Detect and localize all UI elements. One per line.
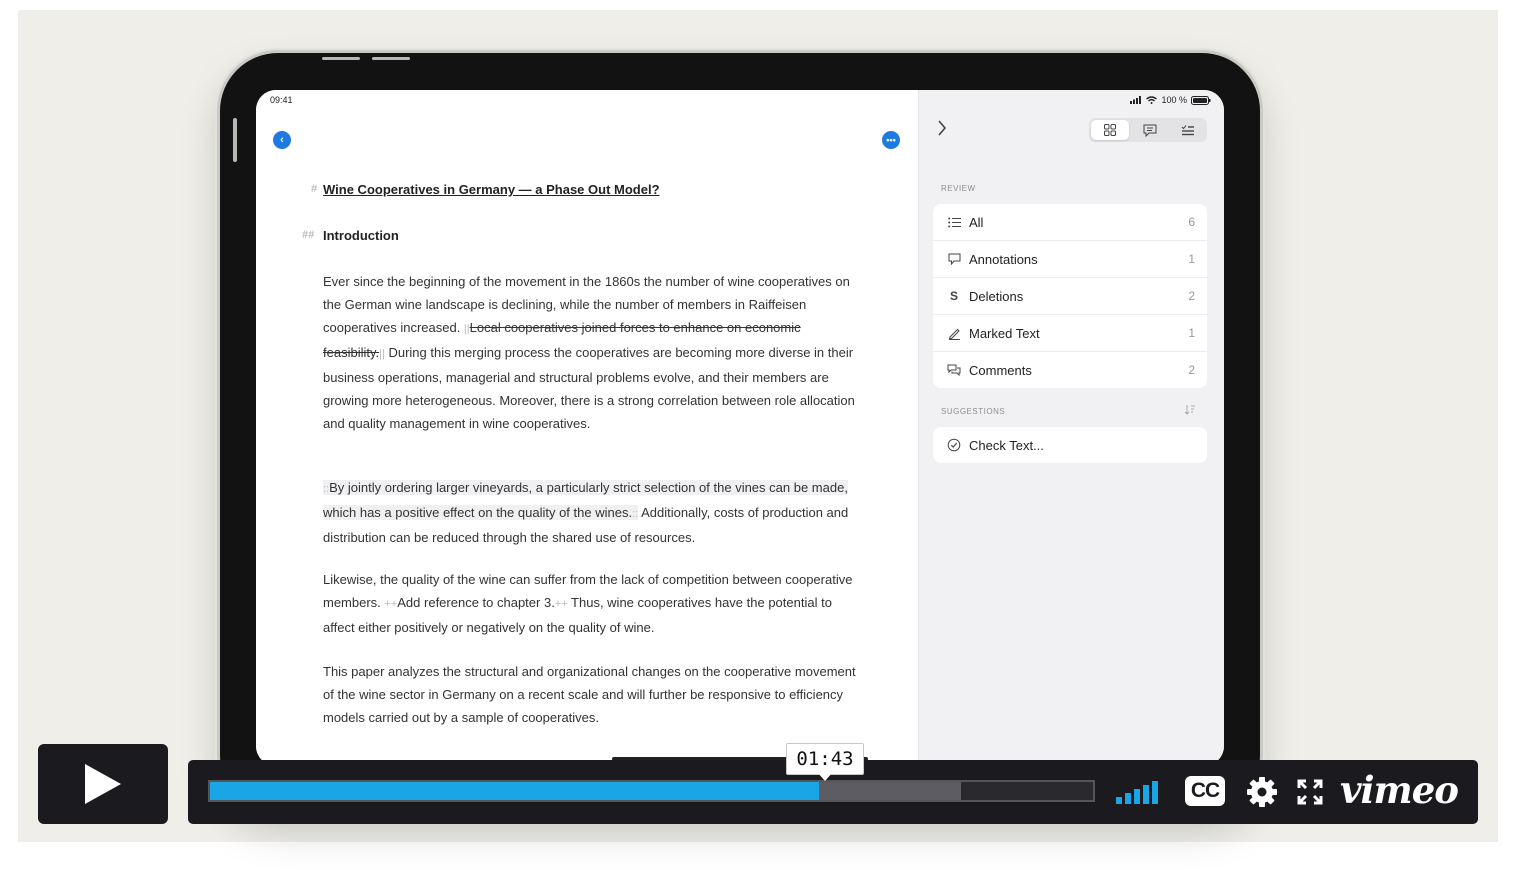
ipad-screen: 09:41 ‹ ••• # Wine Cooperatives in Germa… [256,90,1224,766]
ipad-top-button-2 [372,57,410,60]
comment-icon [1143,124,1157,137]
review-item-deletions[interactable]: S Deletions 2 [933,278,1207,315]
check-text-label: Check Text... [969,437,1044,453]
paragraph-text: During this merging process the cooperat… [323,345,855,431]
tab-comments-view[interactable] [1131,118,1169,142]
seek-time-tooltip: 01:43 [786,743,864,775]
tab-grid-view[interactable] [1091,120,1129,140]
check-badge-icon [947,438,961,452]
tab-checklist-view[interactable] [1169,118,1207,142]
comments-icon [947,364,961,376]
review-sidebar: 100 % REVIEW All 6 Annotations 1 S Delet… [918,90,1224,766]
review-item-label: All [969,214,984,230]
wifi-icon [1146,96,1158,104]
comment-marker-start: ++ [384,598,398,610]
seek-bar[interactable] [208,780,1095,802]
grid-icon [1104,124,1116,136]
review-section-label: REVIEW [941,184,976,193]
review-item-marked-text[interactable]: Marked Text 1 [933,315,1207,352]
review-item-count: 6 [1188,215,1195,229]
suggestions-section-label: SUGGESTIONS [941,407,1006,416]
review-item-all[interactable]: All 6 [933,204,1207,241]
review-item-label: Deletions [969,288,1024,304]
intro-heading-row: ## Introduction [302,224,399,247]
heading1-marker: # [311,183,318,195]
review-item-label: Annotations [969,251,1038,267]
signal-icon [1130,96,1142,104]
review-item-label: Comments [969,362,1032,378]
chevron-right-icon [938,120,947,136]
progress-fill [210,782,820,800]
settings-gear-icon[interactable] [1246,776,1278,808]
sort-icon[interactable] [1184,404,1196,415]
document-title-row: # Wine Cooperatives in Germany — a Phase… [311,178,660,201]
comment-marker-end: ++ [554,598,568,610]
review-item-count: 1 [1188,326,1195,340]
document-title: Wine Cooperatives in Germany — a Phase O… [323,182,660,197]
status-indicators: 100 % [1130,95,1211,105]
captions-button[interactable]: CC [1185,776,1225,806]
more-button[interactable]: ••• [882,131,900,149]
check-text-button[interactable]: Check Text... [933,427,1207,463]
review-item-count: 2 [1188,289,1195,303]
status-time: 09:41 [270,95,293,105]
fullscreen-icon[interactable] [1297,779,1323,805]
paragraph-2: ::By jointly ordering larger vineyards, … [323,476,858,549]
suggestions-list: Check Text... [933,427,1207,463]
editor-pane: 09:41 ‹ ••• # Wine Cooperatives in Germa… [256,90,918,766]
battery-icon [1191,95,1211,105]
heading2-marker: ## [302,229,315,241]
view-segmented-control [1089,118,1207,142]
review-item-count: 2 [1188,363,1195,377]
battery-percent: 100 % [1161,95,1187,105]
play-button[interactable] [38,744,168,824]
annotation-icon [947,253,961,265]
review-item-annotations[interactable]: Annotations 1 [933,241,1207,278]
ipad-side-button [233,118,237,162]
pencil-icon [947,327,961,340]
ipad-top-button-1 [322,57,360,60]
back-button[interactable]: ‹ [273,131,291,149]
intro-heading: Introduction [323,228,399,243]
list-icon [947,217,961,228]
paragraph-4: This paper analyzes the structural and o… [323,664,856,725]
comment-text[interactable]: Add reference to chapter 3. [397,595,555,610]
review-item-comments[interactable]: Comments 2 [933,352,1207,388]
review-item-count: 1 [1188,252,1195,266]
captions-label: CC [1190,779,1220,802]
review-list: All 6 Annotations 1 S Deletions 2 Marked… [933,204,1207,388]
strikethrough-icon: S [949,289,958,303]
tooltip-pointer [818,773,832,781]
review-item-label: Marked Text [969,325,1040,341]
play-icon [85,764,121,804]
paragraph-3: Likewise, the quality of the wine can su… [323,568,858,639]
paragraph-1: Ever since the beginning of the movement… [323,270,858,435]
volume-icon[interactable] [1116,780,1166,805]
vimeo-logo[interactable]: vimeo [1340,768,1459,812]
checklist-icon [1181,125,1194,136]
collapse-sidebar-button[interactable] [937,120,947,141]
